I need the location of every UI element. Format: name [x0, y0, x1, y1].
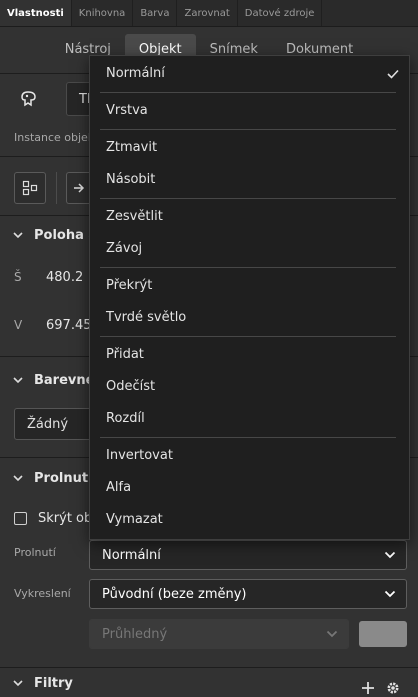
blend-menu-item-label: Ztmavit — [106, 139, 158, 155]
transparent-value: Průhledný — [102, 626, 168, 642]
blend-label: Prolnutí — [14, 546, 56, 559]
blend-menu-item-label: Normální — [106, 65, 165, 81]
blend-menu-item[interactable]: Odečíst — [90, 372, 409, 400]
chevron-down-icon — [384, 551, 396, 559]
render-select[interactable]: Původní (beze změny) — [89, 579, 407, 609]
blend-menu-item[interactable]: Přidat — [90, 340, 409, 368]
blend-menu-item[interactable]: Vymazat — [90, 505, 409, 533]
blend-menu-item[interactable]: Rozdíl — [90, 404, 409, 432]
blend-menu-item[interactable]: Závoj — [90, 234, 409, 262]
blend-menu-item-label: Překrýt — [106, 277, 153, 293]
panel-tab-color[interactable]: Barva — [133, 0, 178, 26]
blend-menu-item[interactable]: Tvrdé světlo — [90, 303, 409, 331]
divider — [56, 172, 57, 204]
width-label: Š — [14, 270, 22, 284]
symbol-icon[interactable] — [14, 86, 44, 112]
render-label: Vykreslení — [14, 587, 71, 600]
hide-object-label: Skrýt obj — [38, 511, 96, 526]
blend-menu-item-label: Tvrdé světlo — [106, 309, 187, 325]
color-effect-section-title: Barevné — [34, 372, 95, 388]
width-value[interactable]: 480.2 — [46, 270, 83, 285]
chevron-down-icon — [384, 590, 396, 598]
filters-section-title: Filtry — [34, 675, 73, 691]
blend-menu-item-label: Vymazat — [106, 511, 163, 527]
swap-icon — [22, 180, 38, 196]
blend-mode-value: Normální — [102, 547, 161, 563]
menu-separator — [100, 267, 396, 268]
blend-menu-item-label: Invertovat — [106, 447, 173, 463]
instance-label: Instance objekt — [14, 131, 99, 144]
break-apart-button[interactable] — [66, 172, 90, 204]
panel-tab-strip: Vlastnosti Knihovna Barva Zarovnat Datov… — [0, 0, 418, 27]
menu-separator — [100, 92, 396, 93]
blend-menu-item-label: Odečíst — [106, 378, 156, 394]
render-value: Původní (beze změny) — [102, 586, 247, 602]
blend-menu-item[interactable]: Vrstva — [90, 96, 409, 124]
blend-menu-item[interactable]: Překrýt — [90, 271, 409, 299]
menu-separator — [100, 336, 396, 337]
transparent-select: Průhledný — [89, 619, 349, 649]
height-value[interactable]: 697.45 — [46, 318, 92, 333]
chevron-down-icon — [12, 374, 24, 386]
hide-object-checkbox[interactable] — [14, 512, 27, 525]
panel-tab-data-sources[interactable]: Datové zdroje — [238, 0, 323, 26]
chevron-down-icon — [326, 630, 338, 638]
blend-menu-item[interactable]: Ztmavit — [90, 133, 409, 161]
gear-icon[interactable] — [385, 680, 401, 696]
blend-section-title: Prolnutí — [34, 470, 93, 486]
menu-separator — [100, 437, 396, 438]
filters-section-header[interactable]: Filtry — [0, 668, 418, 697]
add-filter-icon[interactable] — [360, 680, 376, 696]
chevron-down-icon — [12, 677, 24, 689]
blend-menu-item-label: Přidat — [106, 346, 144, 362]
panel-tab-library[interactable]: Knihovna — [72, 0, 134, 26]
arrow-right-icon — [73, 183, 84, 193]
swap-symbol-button[interactable] — [14, 172, 46, 204]
menu-separator — [100, 198, 396, 199]
height-label: V — [14, 318, 23, 332]
blend-menu-item[interactable]: Alfa — [90, 473, 409, 501]
blend-menu-item-label: Závoj — [106, 240, 143, 256]
checkmark-icon — [387, 69, 399, 79]
blend-menu-item[interactable]: Násobit — [90, 165, 409, 193]
blend-menu-item-label: Rozdíl — [106, 410, 145, 426]
blend-menu-item[interactable]: Invertovat — [90, 441, 409, 469]
blend-menu-item-label: Vrstva — [106, 102, 148, 118]
position-section-title: Poloha a — [34, 227, 98, 243]
blend-mode-menu: Normální Vrstva Ztmavit Násobit Zesvětlit Záv… — [89, 55, 410, 540]
blend-menu-item[interactable]: Normální — [90, 59, 409, 87]
background-color-swatch[interactable] — [359, 621, 407, 647]
menu-separator — [100, 129, 396, 130]
blend-menu-item-label: Zesvětlit — [106, 208, 163, 224]
blend-menu-item-label: Alfa — [106, 479, 132, 495]
panel-tab-properties[interactable]: Vlastnosti — [0, 0, 72, 26]
blend-menu-item-label: Násobit — [106, 171, 156, 187]
chevron-down-icon — [12, 229, 24, 241]
blend-menu-item[interactable]: Zesvětlit — [90, 202, 409, 230]
chevron-down-icon — [12, 472, 24, 484]
panel-tab-align[interactable]: Zarovnat — [177, 0, 238, 26]
blend-mode-select[interactable]: Normální — [89, 540, 407, 570]
